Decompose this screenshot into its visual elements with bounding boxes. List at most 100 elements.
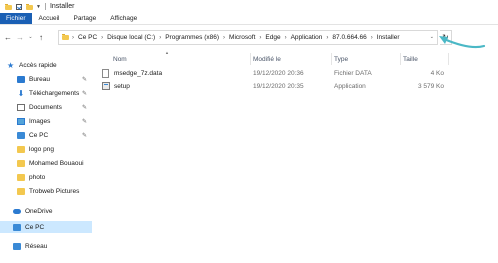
images-icon [17,117,25,125]
tab-home[interactable]: Accueil [32,13,67,24]
folder-icon [5,3,12,10]
column-divider[interactable] [448,53,449,65]
breadcrumb-ce-pc[interactable]: Ce PC [78,34,97,41]
sort-indicator-icon: ▲ [165,50,169,55]
chevron-right-icon[interactable]: › [259,35,261,41]
chevron-right-icon[interactable]: › [159,35,161,41]
sidebar-item-documents[interactable]: Documents ✎ [0,101,92,113]
forward-arrow-icon[interactable]: → [14,33,26,42]
pin-icon[interactable]: ✎ [82,118,87,125]
quick-access-toolbar-dropdown-icon[interactable]: ▼ [36,4,41,10]
documents-icon [17,103,25,111]
file-modified: 19/12/2020 20:35 [253,83,304,90]
cloud-icon [13,208,21,214]
download-icon: ⬇ [17,88,25,98]
column-header-modified[interactable]: Modifié le [253,53,281,65]
chevron-right-icon[interactable]: › [371,35,373,41]
folder-icon [62,34,69,40]
sidebar-item-label: logo png [29,145,54,153]
breadcrumb-program-files[interactable]: Programmes (x86) [165,34,219,41]
sidebar-item-mohamed-bouaoui[interactable]: Mohamed Bouaoui [0,157,92,169]
pc-icon [17,131,25,139]
sidebar-item-network[interactable]: Réseau [0,240,92,252]
breadcrumb-local-disk[interactable]: Disque local (C:) [107,34,155,41]
title-separator [44,3,46,10]
sidebar-item-label: Trobweb Pictures [29,187,80,195]
app-icon [102,82,110,90]
chevron-right-icon[interactable]: › [101,35,103,41]
breadcrumb-application[interactable]: Application [291,34,323,41]
column-divider[interactable] [400,53,401,65]
sidebar-item-label: OneDrive [25,207,53,215]
sidebar-item-bureau[interactable]: Bureau ✎ [0,73,92,85]
desktop-icon [17,75,25,83]
sidebar-item-label: Téléchargements [29,89,80,97]
table-row[interactable]: msedge_7z.data 19/12/2020 20:36 Fichier … [98,68,448,79]
sidebar-item-quick-access[interactable]: ★ Accès rapide [0,59,92,71]
navigation-bar: ← → ⌄ ↑ › Ce PC › Disque local (C:) › Pr… [0,29,498,45]
recent-locations-chevron-icon[interactable]: ⌄ [26,34,35,40]
sidebar-item-label: Réseau [25,242,48,250]
chevron-right-icon[interactable]: › [223,35,225,41]
sidebar-item-photo[interactable]: photo [0,171,92,183]
pin-icon[interactable]: ✎ [82,76,87,83]
breadcrumb-version[interactable]: 87.0.664.66 [332,34,366,41]
tab-file[interactable]: Fichier [0,13,32,24]
breadcrumb-edge[interactable]: Edge [265,34,280,41]
table-row[interactable]: setup 19/12/2020 20:35 Application 3 579… [98,81,448,92]
file-size: 3 579 Ko [417,83,444,90]
sidebar-item-ce-pc-pinned[interactable]: Ce PC ✎ [0,129,92,141]
file-icon [102,69,109,78]
annotation-arrow [439,36,486,49]
chevron-right-icon[interactable]: › [72,35,74,41]
sidebar-item-onedrive[interactable]: OneDrive [0,205,92,217]
network-icon [13,242,21,250]
tab-share[interactable]: Partage [66,13,103,24]
sidebar-item-label: Documents [29,103,62,111]
breadcrumb-microsoft[interactable]: Microsoft [229,34,255,41]
folder-icon [17,159,25,167]
file-size: 4 Ko [430,70,444,77]
sidebar-item-label: Accès rapide [19,61,57,69]
column-divider[interactable] [250,53,251,65]
window-title: Installer [49,3,75,10]
ribbon-tabs: Fichier Accueil Partage Affichage [0,13,498,25]
column-header-size[interactable]: Taille [403,53,418,65]
sidebar-item-label: Ce PC [25,223,45,231]
column-header-type[interactable]: Type [334,53,348,65]
pin-icon[interactable]: ✎ [82,132,87,139]
file-name: msedge_7z.data [114,70,163,77]
chevron-right-icon[interactable]: › [285,35,287,41]
sidebar-item-label: Mohamed Bouaoui [29,159,84,167]
up-arrow-icon[interactable]: ↑ [35,33,47,42]
sidebar-item-logo-png[interactable]: logo png [0,143,92,155]
file-type: Fichier DATA [334,70,372,77]
pin-icon[interactable]: ✎ [82,90,87,97]
navigation-pane: ★ Accès rapide Bureau ✎ ⬇ Téléchargement… [0,53,92,263]
file-name: setup [114,83,130,90]
sidebar-item-ce-pc[interactable]: Ce PC [0,221,92,233]
star-icon: ★ [7,60,15,70]
breadcrumb-installer[interactable]: Installer [377,34,400,41]
address-bar[interactable]: › Ce PC › Disque local (C:) › Programmes… [58,30,438,45]
column-header-name[interactable]: Nom [113,53,127,65]
sidebar-item-trobweb-pictures[interactable]: Trobweb Pictures [0,185,92,197]
title-bar: ▼ Installer [0,0,498,13]
column-divider[interactable] [331,53,332,65]
folder-icon [17,145,25,153]
folder-icon [17,173,25,181]
pc-icon [13,223,21,231]
tab-view[interactable]: Affichage [103,13,144,24]
new-folder-icon[interactable] [26,3,33,10]
pin-icon[interactable]: ✎ [82,104,87,111]
chevron-right-icon[interactable]: › [326,35,328,41]
sidebar-item-label: Images [29,117,51,125]
sidebar-item-label: photo [29,173,46,181]
file-type: Application [334,83,366,90]
properties-icon[interactable] [16,3,22,10]
folder-icon [17,187,25,195]
back-arrow-icon[interactable]: ← [2,33,14,42]
sidebar-item-downloads[interactable]: ⬇ Téléchargements ✎ [0,87,92,99]
sidebar-item-images[interactable]: Images ✎ [0,115,92,127]
file-modified: 19/12/2020 20:36 [253,70,304,77]
